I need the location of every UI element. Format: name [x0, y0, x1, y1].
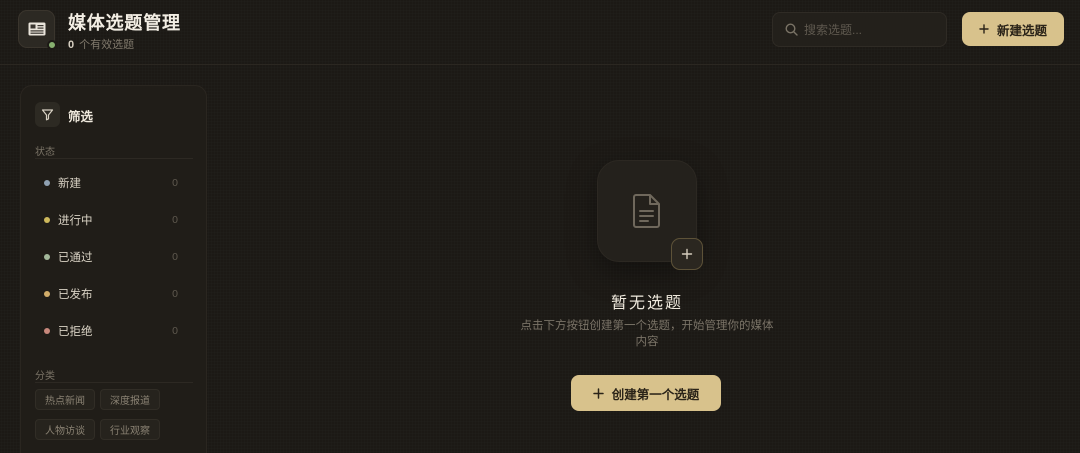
status-dot [44, 179, 50, 186]
status-label: 已拒绝 [58, 325, 93, 338]
status-label: 已通过 [58, 251, 93, 264]
status-dot [44, 216, 50, 223]
document-icon [632, 193, 662, 229]
topic-count-label: 个有效选题 [79, 39, 135, 51]
create-first-topic-button[interactable]: 创建第一个选题 [571, 375, 721, 411]
plus-icon [979, 24, 989, 34]
empty-state-description: 点击下方按钮创建第一个选题，开始管理你的媒体内容 [520, 320, 774, 348]
status-label: 已发布 [58, 288, 93, 301]
filter-sidebar: 筛选 状态 新建 0 进行中 0 已通过 0 已发布 0 已拒绝 0 分类 热点… [20, 85, 207, 453]
status-section-label: 状态 [35, 147, 55, 158]
filter-title: 筛选 [68, 110, 94, 124]
online-status-dot [47, 40, 57, 50]
status-list: 新建 0 进行中 0 已通过 0 已发布 0 已拒绝 0 [31, 164, 197, 349]
status-label: 新建 [58, 177, 81, 190]
status-label: 进行中 [58, 214, 93, 227]
plus-icon [681, 248, 693, 260]
status-dot [44, 253, 50, 260]
status-filter-in-progress[interactable]: 进行中 0 [31, 201, 197, 238]
topic-count: 0 个有效选题 [68, 36, 134, 52]
status-filter-published[interactable]: 已发布 0 [31, 275, 197, 312]
topic-count-value: 0 [68, 39, 75, 51]
category-tag[interactable]: 人物访谈 [35, 419, 95, 440]
filter-icon [41, 108, 54, 121]
app-header: 媒体选题管理 0 个有效选题 新建选题 [0, 0, 1080, 65]
status-count: 0 [172, 324, 178, 337]
category-tag[interactable]: 深度报道 [100, 389, 160, 410]
empty-state-title: 暂无选题 [610, 295, 683, 312]
new-topic-label: 新建选题 [996, 23, 1047, 38]
category-tag[interactable]: 行业观察 [100, 419, 160, 440]
search-input[interactable] [804, 13, 942, 46]
search-icon [785, 23, 798, 36]
new-topic-button[interactable]: 新建选题 [962, 12, 1064, 46]
status-filter-new[interactable]: 新建 0 [31, 164, 197, 201]
status-dot [44, 327, 50, 334]
status-count: 0 [172, 176, 178, 189]
status-count: 0 [172, 287, 178, 300]
category-tags: 热点新闻 深度报道 人物访谈 行业观察 [35, 389, 165, 440]
category-tag[interactable]: 热点新闻 [35, 389, 95, 410]
newspaper-icon [28, 22, 46, 36]
page-title: 媒体选题管理 [68, 13, 181, 34]
status-dot [44, 290, 50, 297]
search-box[interactable] [772, 12, 947, 47]
category-divider [35, 382, 193, 383]
status-count: 0 [172, 250, 178, 263]
create-first-topic-label: 创建第一个选题 [611, 387, 700, 402]
status-filter-approved[interactable]: 已通过 0 [31, 238, 197, 275]
category-section-label: 分类 [35, 371, 55, 382]
status-divider [35, 158, 193, 159]
status-count: 0 [172, 213, 178, 226]
status-filter-rejected[interactable]: 已拒绝 0 [31, 312, 197, 349]
empty-state-badge [671, 238, 703, 270]
plus-icon [592, 387, 604, 399]
filter-icon-box [35, 102, 60, 127]
